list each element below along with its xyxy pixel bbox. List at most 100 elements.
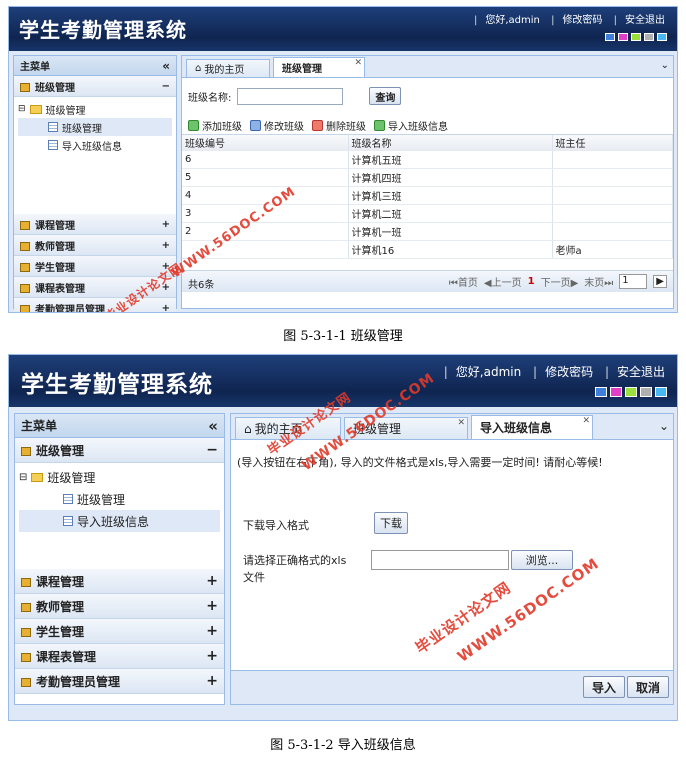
add-icon xyxy=(188,120,199,131)
tab-bar: ⌂ 我的主页 班级管理 ✕ ⌄ xyxy=(182,56,673,78)
menu-group-student[interactable]: 学生管理 xyxy=(35,263,75,274)
next-page-button[interactable]: 下一页▶ xyxy=(541,274,579,289)
prev-page-button[interactable]: ◀上一页 xyxy=(484,274,522,289)
main-menu: 主菜单 « 班级管理 − ⊟ 班级管理 班级管理 导入班级信息 课程管理 + 教师管理 +… xyxy=(14,413,225,705)
menu-group-course[interactable]: 课程管理 xyxy=(36,575,84,589)
theme-swatch-pink[interactable] xyxy=(618,33,628,41)
logout-link[interactable]: 安全退出 xyxy=(617,365,665,379)
folder-icon xyxy=(29,104,42,114)
tree-minus-icon[interactable]: ⊟ xyxy=(18,104,26,114)
menu-arrow-icon xyxy=(20,305,30,312)
tree-item-import-class[interactable]: 导入班级信息 xyxy=(62,138,122,153)
tree-item-class-management[interactable]: 班级管理 xyxy=(62,120,102,135)
tab-scroll-icon[interactable]: ⌄ xyxy=(661,60,669,71)
menu-group-attendance-admin[interactable]: 考勤管理员管理 xyxy=(36,675,120,689)
menu-arrow-icon xyxy=(21,602,31,612)
main-content: ⌂ 我的主页 班级管理 ✕ ⌄ 班级名称: 查询 添加班级 修改班级 删除班级 导入… xyxy=(181,55,674,309)
search-button[interactable]: 查询 xyxy=(369,87,402,105)
download-label: 下载导入格式 xyxy=(243,519,309,532)
menu-group-teacher[interactable]: 教师管理 xyxy=(36,600,84,614)
greeting-link[interactable]: 您好,admin xyxy=(485,15,540,26)
theme-swatch-blue[interactable] xyxy=(595,387,607,397)
cancel-button[interactable]: 取消 xyxy=(627,676,669,698)
double-chevron-left-icon[interactable]: « xyxy=(208,417,218,435)
expand-icon[interactable]: + xyxy=(206,573,218,589)
theme-swatch-cyan[interactable] xyxy=(655,387,667,397)
download-button[interactable]: 下载 xyxy=(374,512,408,534)
app-header: 学生考勤管理系统 | 您好,admin | 修改密码 | 安全退出 xyxy=(9,7,677,51)
import-notice: (导入按钮在右下角), 导入的文件格式是xls,导入需要一定时间! 请耐心等候! xyxy=(237,456,603,469)
menu-group-class[interactable]: 班级管理 xyxy=(36,444,84,458)
greeting-link[interactable]: 您好,admin xyxy=(456,365,521,379)
table-row[interactable]: 计算机16 老师a xyxy=(182,240,673,259)
tab-import-class[interactable]: 导入班级信息 ✕ xyxy=(471,415,593,439)
menu-title: 主菜单 xyxy=(21,419,58,433)
menu-group-course[interactable]: 课程管理 xyxy=(35,221,75,232)
tree-item-class-management[interactable]: 班级管理 xyxy=(77,491,125,508)
menu-group-attendance-admin[interactable]: 考勤管理员管理 xyxy=(35,305,105,313)
logout-link[interactable]: 安全退出 xyxy=(625,15,665,26)
theme-swatch-green[interactable] xyxy=(625,387,637,397)
file-path-input[interactable] xyxy=(371,550,509,570)
close-icon[interactable]: ✕ xyxy=(457,418,465,428)
menu-arrow-icon xyxy=(20,263,30,272)
tree-root[interactable]: 班级管理 xyxy=(46,102,86,117)
theme-swatch-gray[interactable] xyxy=(644,33,654,41)
table-row[interactable]: 4 计算机三班 xyxy=(182,186,673,205)
change-password-link[interactable]: 修改密码 xyxy=(545,365,593,379)
theme-swatch-cyan[interactable] xyxy=(657,33,667,41)
table-row[interactable]: 6 计算机五班 xyxy=(182,150,673,169)
close-icon[interactable]: ✕ xyxy=(582,416,590,426)
tab-class-management[interactable]: 班级管理 ✕ xyxy=(273,57,365,77)
grid-icon xyxy=(48,122,58,132)
app-title: 学生考勤管理系统 xyxy=(21,371,213,398)
expand-icon[interactable]: + xyxy=(206,648,218,664)
last-page-button[interactable]: 末页⏭ xyxy=(584,274,613,289)
import-class-button[interactable]: 导入班级信息 xyxy=(374,118,448,133)
class-name-input[interactable] xyxy=(237,87,344,105)
column-header[interactable]: 班级编号 xyxy=(182,135,349,151)
collapse-icon[interactable]: − xyxy=(162,81,170,92)
close-icon[interactable]: ✕ xyxy=(354,58,362,68)
menu-arrow-icon xyxy=(21,652,31,662)
browse-button[interactable]: 浏览... xyxy=(511,550,573,570)
expand-icon[interactable]: + xyxy=(206,623,218,639)
add-class-button[interactable]: 添加班级 xyxy=(188,118,242,133)
column-header[interactable]: 班主任 xyxy=(552,135,673,151)
double-chevron-left-icon[interactable]: « xyxy=(162,59,170,73)
tree-item-import-class[interactable]: 导入班级信息 xyxy=(77,513,149,530)
tab-home[interactable]: ⌂ 我的主页 xyxy=(186,59,270,77)
pager-bar: 共6条 ⏮首页 ◀上一页 1 下一页▶ 末页⏭ 1 ▶ xyxy=(182,270,673,292)
page-input[interactable]: 1 xyxy=(619,274,648,289)
tab-scroll-icon[interactable]: ⌄ xyxy=(659,419,669,433)
collapse-icon[interactable]: − xyxy=(206,442,218,458)
expand-icon[interactable]: + xyxy=(206,598,218,614)
expand-icon[interactable]: + xyxy=(162,240,170,251)
expand-icon[interactable]: + xyxy=(162,303,170,313)
theme-swatch-gray[interactable] xyxy=(640,387,652,397)
table-row[interactable]: 5 计算机四班 xyxy=(182,168,673,187)
menu-arrow-icon xyxy=(21,577,31,587)
edit-class-button[interactable]: 修改班级 xyxy=(250,118,304,133)
theme-swatch-blue[interactable] xyxy=(605,33,615,41)
theme-swatch-pink[interactable] xyxy=(610,387,622,397)
change-password-link[interactable]: 修改密码 xyxy=(562,15,602,26)
import-button[interactable]: 导入 xyxy=(583,676,625,698)
tree-root[interactable]: 班级管理 xyxy=(47,469,95,486)
menu-group-student[interactable]: 学生管理 xyxy=(36,625,84,639)
delete-icon xyxy=(312,120,323,131)
caption-figure-1: 图 5-3-1-1 班级管理 xyxy=(283,329,403,344)
menu-group-teacher[interactable]: 教师管理 xyxy=(35,242,75,253)
column-header[interactable]: 班级名称 xyxy=(348,135,553,151)
theme-swatch-green[interactable] xyxy=(631,33,641,41)
first-page-button[interactable]: ⏮首页 xyxy=(449,274,478,289)
expand-icon[interactable]: + xyxy=(162,219,170,230)
menu-title: 主菜单 xyxy=(20,62,50,73)
delete-class-button[interactable]: 删除班级 xyxy=(312,118,366,133)
menu-group-schedule[interactable]: 课程表管理 xyxy=(35,284,85,295)
menu-group-schedule[interactable]: 课程表管理 xyxy=(36,650,96,664)
menu-group-class[interactable]: 班级管理 xyxy=(35,83,75,94)
expand-icon[interactable]: + xyxy=(206,673,218,689)
tree-minus-icon[interactable]: ⊟ xyxy=(19,472,27,483)
go-page-icon[interactable]: ▶ xyxy=(653,275,667,288)
